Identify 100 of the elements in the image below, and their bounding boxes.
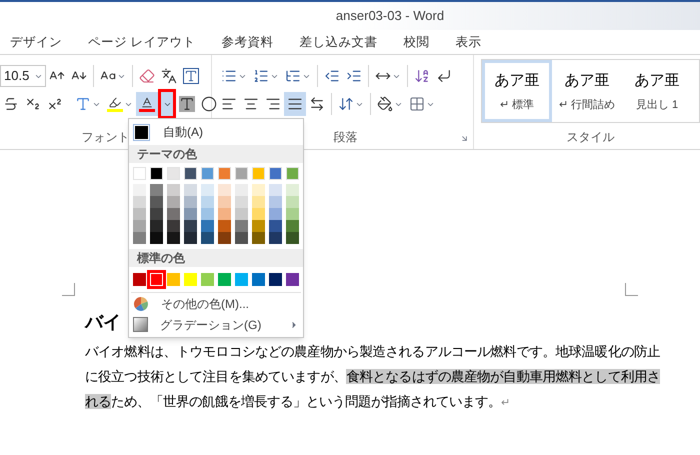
color-swatch[interactable] — [252, 220, 265, 232]
color-swatch[interactable] — [218, 184, 231, 196]
multilevel-list-icon — [285, 68, 301, 84]
color-swatch[interactable] — [167, 232, 180, 244]
color-swatch[interactable] — [133, 273, 146, 286]
color-swatch[interactable] — [133, 220, 146, 232]
ribbon-tab[interactable]: 参考資料 — [208, 32, 286, 52]
color-swatch[interactable] — [235, 208, 248, 220]
menu-item[interactable]: グラデーション(G) — [129, 314, 303, 335]
color-swatch[interactable] — [218, 232, 231, 244]
font-size-field[interactable]: 10.5 — [0, 65, 46, 87]
color-swatch[interactable] — [269, 196, 282, 208]
enclosed-char-icon — [201, 96, 217, 112]
color-swatch[interactable] — [218, 208, 231, 220]
color-wheel-icon — [133, 296, 149, 312]
color-swatch[interactable] — [184, 273, 197, 286]
color-swatch[interactable] — [235, 184, 248, 196]
style-preview: あア亜 — [634, 70, 680, 90]
automatic-color-item[interactable]: 自動(A) — [129, 121, 303, 143]
color-swatch[interactable] — [133, 232, 146, 244]
color-swatch[interactable] — [184, 220, 197, 232]
window-title: anser03-03 - Word — [336, 7, 444, 26]
color-swatch[interactable] — [201, 220, 214, 232]
color-swatch[interactable] — [201, 196, 214, 208]
font-color-dropdown[interactable] — [158, 89, 176, 119]
color-swatch[interactable] — [133, 208, 146, 220]
color-swatch[interactable] — [269, 220, 282, 232]
style-gallery-item[interactable]: あア亜 見出し 1 — [622, 60, 692, 122]
color-swatch[interactable] — [269, 273, 282, 286]
color-swatch[interactable] — [167, 184, 180, 196]
color-swatch[interactable] — [184, 232, 197, 244]
ribbon-tab[interactable]: 差し込み文書 — [286, 32, 390, 52]
style-label: ↵ 行間詰め — [558, 98, 616, 113]
color-swatch[interactable] — [147, 270, 166, 289]
color-swatch[interactable] — [235, 273, 248, 286]
menu-section-header: テーマの色 — [129, 145, 303, 163]
color-swatch[interactable] — [252, 273, 265, 286]
style-gallery-item[interactable]: あア亜 ↵ 行間詰め — [552, 60, 622, 122]
subscript-icon — [25, 96, 41, 112]
borders-icon — [409, 96, 425, 112]
color-swatch[interactable] — [218, 220, 231, 232]
decrease-indent-icon — [324, 68, 340, 84]
color-swatch[interactable] — [269, 232, 282, 244]
color-swatch[interactable] — [150, 184, 163, 196]
color-swatch[interactable] — [286, 208, 299, 220]
color-swatch[interactable] — [201, 273, 214, 286]
ribbon-tab[interactable]: ページ レイアウト — [75, 32, 208, 52]
color-swatch[interactable] — [218, 196, 231, 208]
color-swatch[interactable] — [201, 184, 214, 196]
color-swatch[interactable] — [286, 273, 299, 286]
text-effects-icon — [75, 96, 91, 112]
color-swatch[interactable] — [150, 220, 163, 232]
color-swatch[interactable] — [184, 196, 197, 208]
color-swatch[interactable] — [150, 196, 163, 208]
color-swatch[interactable] — [201, 232, 214, 244]
group-label: フォント — [82, 129, 130, 146]
align-icon — [265, 96, 281, 112]
boxed-type-icon — [183, 68, 199, 84]
color-swatch[interactable] — [235, 220, 248, 232]
color-swatch[interactable] — [133, 184, 146, 196]
menu-item[interactable]: その他の色(M)... — [129, 293, 303, 314]
font-color-button[interactable] — [136, 92, 158, 116]
color-swatch[interactable] — [252, 184, 265, 196]
color-swatch[interactable] — [184, 184, 197, 196]
align-button[interactable] — [284, 92, 306, 116]
color-swatch[interactable] — [150, 208, 163, 220]
style-gallery-item[interactable]: あア亜 ↵ 標準 — [482, 60, 552, 122]
color-swatch[interactable] — [150, 232, 163, 244]
color-swatch[interactable] — [218, 273, 231, 286]
ribbon-tab[interactable]: デザイン — [10, 32, 75, 52]
document-heading: バイ — [85, 311, 121, 334]
color-swatch[interactable] — [269, 184, 282, 196]
color-swatch[interactable] — [286, 196, 299, 208]
color-swatch[interactable] — [167, 196, 180, 208]
sort-icon — [414, 68, 430, 84]
ruby-icon — [161, 68, 177, 84]
body-paragraph: バイオ燃料は、トウモロコシなどの農産物から製造されるアルコール燃料です。地球温暖化の防止に役立つ技術として注目を集めていますが、食料となるはずの農産物が自動車用燃料として利用されるため、「世界の飢餓を増長する」という問題が指摘されています。↵ — [85, 343, 660, 411]
color-swatch[interactable] — [235, 232, 248, 244]
font-color-icon — [139, 96, 155, 112]
align-icon — [221, 96, 237, 112]
color-swatch[interactable] — [286, 232, 299, 244]
color-swatch[interactable] — [286, 184, 299, 196]
ribbon-tab[interactable]: 校閲 — [390, 32, 442, 52]
color-swatch[interactable] — [167, 273, 180, 286]
shading-icon — [377, 96, 393, 112]
superscript-icon — [47, 96, 63, 112]
color-swatch[interactable] — [252, 196, 265, 208]
paragraph-mark-icon — [436, 68, 452, 84]
dialog-launcher-icon — [460, 134, 469, 143]
color-swatch[interactable] — [167, 208, 180, 220]
ribbon-tab[interactable]: 表示 — [442, 32, 494, 52]
color-swatch[interactable] — [133, 196, 146, 208]
color-swatch[interactable] — [286, 220, 299, 232]
color-swatch[interactable] — [252, 232, 265, 244]
color-swatch[interactable] — [184, 208, 197, 220]
color-swatch[interactable] — [252, 208, 265, 220]
color-swatch[interactable] — [235, 196, 248, 208]
color-swatch[interactable] — [167, 220, 180, 232]
color-swatch[interactable] — [201, 208, 214, 220]
color-swatch[interactable] — [269, 208, 282, 220]
